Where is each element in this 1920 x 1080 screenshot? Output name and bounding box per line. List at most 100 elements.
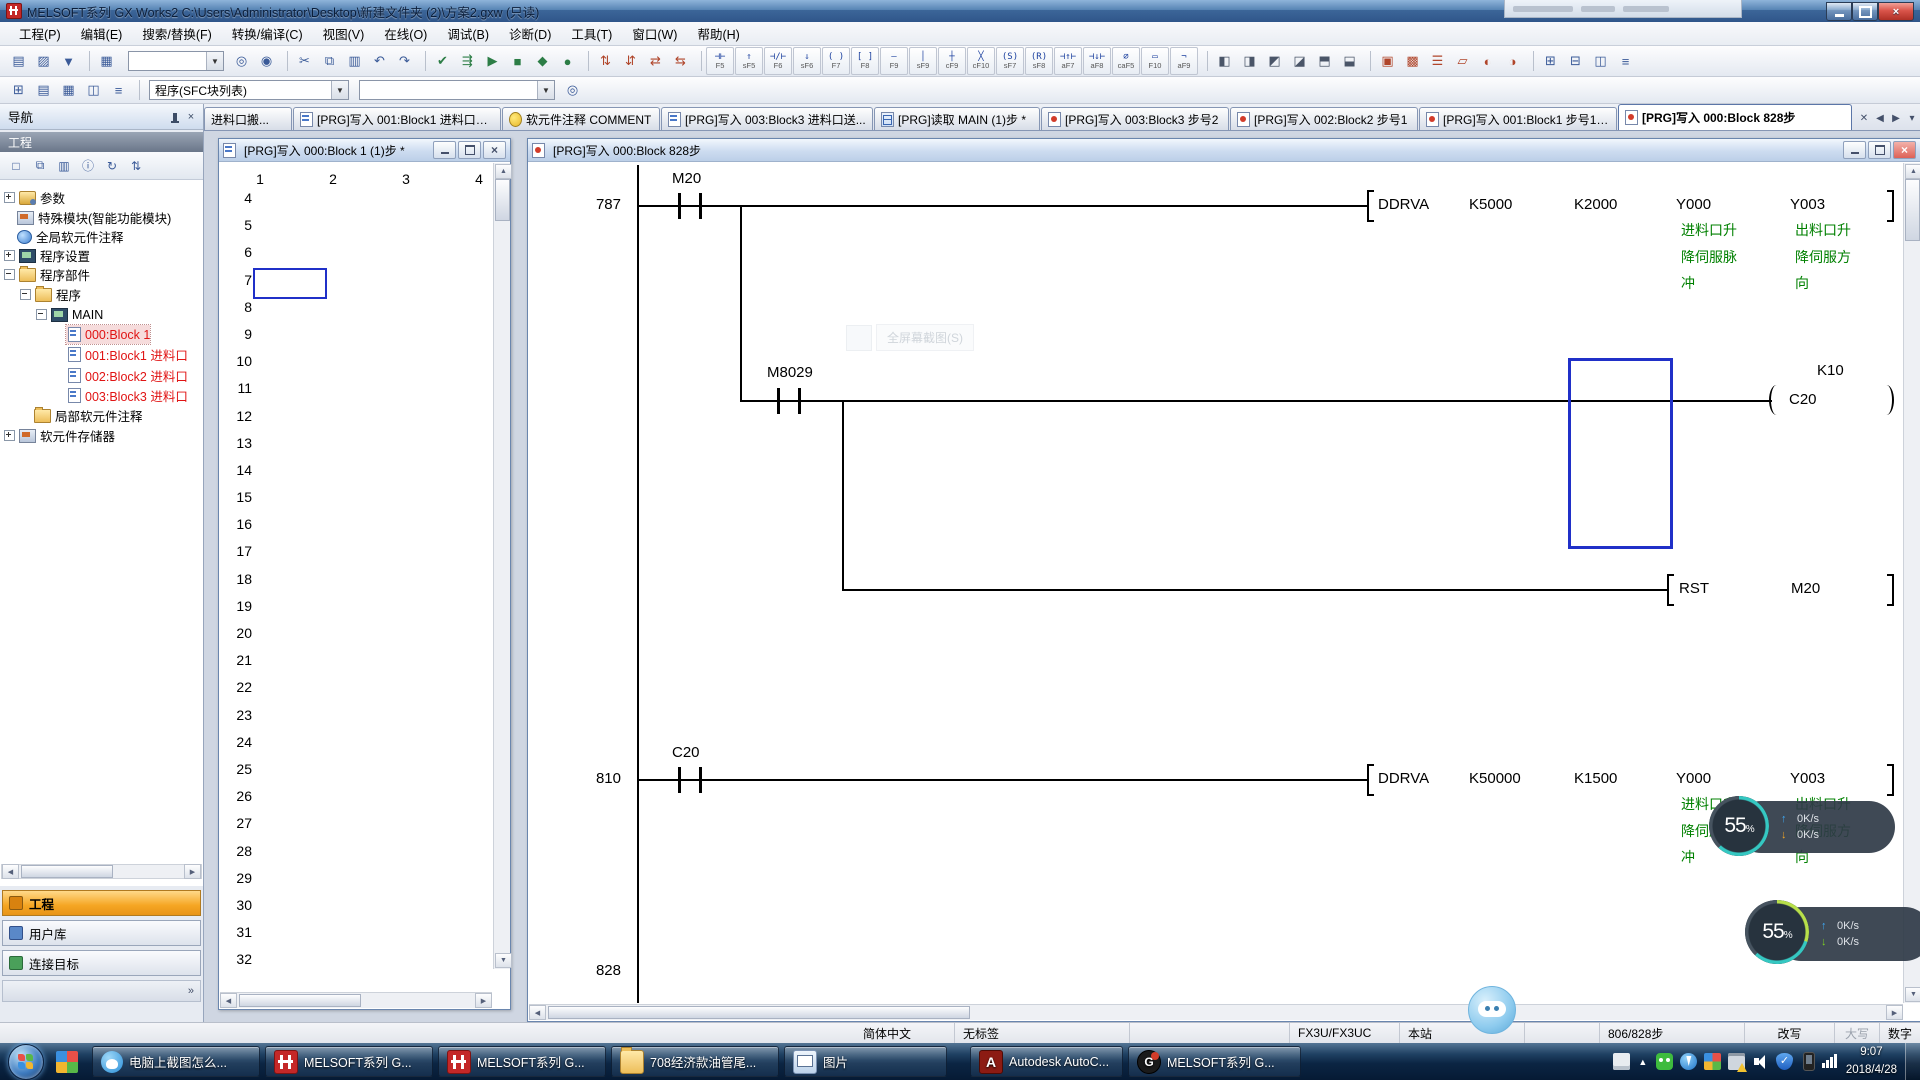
plc-transfer-toolbar-icon[interactable]: ⇵	[618, 49, 643, 73]
scroll-left-arrow[interactable]: ◀	[220, 993, 237, 1008]
child-minimize-button[interactable]	[433, 141, 456, 159]
scroll-left-arrow[interactable]: ◀	[2, 864, 19, 879]
dock-overflow-strip[interactable]: »	[2, 980, 201, 1002]
tree-item-local-comment[interactable]: 局部软元件注释	[34, 406, 143, 425]
tree-item-main[interactable]: MAIN	[36, 305, 103, 324]
scrollbar-thumb[interactable]	[495, 179, 510, 221]
ladder-symbol-button[interactable]: ( )F7	[822, 47, 850, 75]
color-grid-launcher-icon[interactable]	[56, 1051, 78, 1073]
tree-toolbar-icon[interactable]: ↻	[100, 155, 124, 177]
toolbar-combo-empty[interactable]: ▼	[128, 51, 224, 71]
network-signal-icon[interactable]	[1822, 1053, 1839, 1070]
view-toolbar-icon[interactable]: ◩	[1262, 49, 1287, 73]
view-toolbar-icon[interactable]: ⬓	[1337, 49, 1362, 73]
tab-device-comment[interactable]: 软元件注释 COMMENT	[502, 107, 660, 130]
contact-device-label[interactable]: C20	[672, 743, 700, 763]
search-toolbar-icon[interactable]: ◎	[229, 49, 254, 73]
ladder-symbol-button[interactable]: [ ]F8	[851, 47, 879, 75]
block1-horizontal-scrollbar[interactable]: ◀ ▶	[220, 992, 492, 1008]
taskbar-button-autocad[interactable]: AAutodesk AutoC...	[970, 1046, 1123, 1077]
tree-item-block-001[interactable]: 001:Block1 进料口	[66, 345, 188, 364]
scroll-tabs-right-button[interactable]: ▶	[1888, 113, 1904, 124]
file-toolbar-icon[interactable]: ▤	[6, 49, 31, 73]
ladder-symbol-button[interactable]: ╳cF10	[967, 47, 995, 75]
view-toolbar-icon[interactable]: ⬒	[1312, 49, 1337, 73]
combo-dropdown-arrow[interactable]: ▼	[206, 52, 223, 70]
security-shield-icon[interactable]	[1776, 1053, 1793, 1070]
taskbar-button-gxworks-2[interactable]: MELSOFT系列 G...	[438, 1046, 606, 1077]
ladder-symbol-button[interactable]: ⊣↑⊢aF7	[1054, 47, 1082, 75]
input-method-icon[interactable]	[1613, 1053, 1630, 1070]
instruction-opcode[interactable]: DDRVA	[1378, 195, 1429, 215]
window-toolbar-icon[interactable]: ⊟	[1563, 49, 1588, 73]
ladder-horizontal-scrollbar[interactable]: ◀ ▶	[529, 1004, 1903, 1020]
assistant-robot-ball[interactable]	[1468, 986, 1516, 1034]
menu-item[interactable]: 工程(P)	[10, 21, 70, 46]
window-toolbar-icon[interactable]: ≡	[1613, 49, 1638, 73]
program-view-combo[interactable]: 程序(SFC块列表)▼	[149, 80, 349, 100]
show-desktop-button[interactable]	[1905, 1043, 1920, 1080]
volume-icon[interactable]	[1752, 1053, 1769, 1070]
phone-icon[interactable]	[1803, 1052, 1815, 1071]
menu-item[interactable]: 转换/编译(C)	[223, 21, 312, 46]
close-button[interactable]: ×	[1878, 2, 1914, 21]
docking-toolbar-icon[interactable]: ▤	[31, 78, 56, 102]
menu-item[interactable]: 工具(T)	[562, 21, 621, 46]
scroll-up-arrow[interactable]: ▲	[495, 164, 512, 179]
tree-toolbar-icon[interactable]: ⧉	[28, 155, 52, 177]
monitor-toolbar-icon[interactable]: ▱	[1450, 49, 1475, 73]
tree-item-device-memory[interactable]: 软元件存储器	[4, 426, 115, 445]
edit-toolbar-icon[interactable]: ⧉	[317, 49, 342, 73]
compile-toolbar-icon[interactable]: ◆	[530, 49, 555, 73]
ladder-symbol-button[interactable]: (S)sF7	[996, 47, 1024, 75]
progress-circle[interactable]: 55%	[1745, 900, 1809, 964]
ladder-symbol-button[interactable]: ⊣/⊢F6	[764, 47, 792, 75]
tree-item-block-003[interactable]: 003:Block3 进料口	[66, 386, 188, 405]
instruction-operand[interactable]: K1500	[1574, 769, 1617, 789]
scroll-tabs-left-button[interactable]: ◀	[1872, 113, 1888, 124]
tab-feed-port[interactable]: 进料口搬...	[204, 107, 292, 130]
monitor-toolbar-icon[interactable]: ◑	[1500, 49, 1525, 73]
expander-icon[interactable]	[20, 289, 31, 300]
ladder-symbol-button[interactable]: (R)sF8	[1025, 47, 1053, 75]
start-button[interactable]	[8, 1044, 44, 1080]
plc-transfer-toolbar-icon[interactable]: ⇆	[668, 49, 693, 73]
ladder-vertical-scrollbar[interactable]: ▲ ▼	[1903, 163, 1920, 1003]
docking-toolbar-icon[interactable]: ⊞	[6, 78, 31, 102]
compile-toolbar-icon[interactable]: ⇶	[455, 49, 480, 73]
menu-item[interactable]: 视图(V)	[314, 21, 374, 46]
child-close-button[interactable]	[1893, 141, 1916, 159]
scroll-right-arrow[interactable]: ▶	[475, 993, 492, 1008]
monitor-toolbar-icon[interactable]: ▩	[1400, 49, 1425, 73]
compile-toolbar-icon[interactable]: ●	[555, 49, 580, 73]
tree-item-program[interactable]: 程序	[20, 285, 81, 304]
edit-toolbar-icon[interactable]: ▥	[342, 49, 367, 73]
instruction-operand[interactable]: Y003	[1790, 769, 1825, 789]
monitor-toolbar-icon[interactable]: ☰	[1425, 49, 1450, 73]
expander-icon[interactable]	[4, 430, 15, 441]
block828-window-titlebar[interactable]: [PRG]写入 000:Block 828步	[528, 139, 1920, 162]
dock-button-connection[interactable]: 连接目标	[2, 950, 201, 976]
plc-transfer-toolbar-icon[interactable]: ⇅	[593, 49, 618, 73]
taskbar-button-gxworks-1[interactable]: MELSOFT系列 G...	[265, 1046, 433, 1077]
menu-item[interactable]: 帮助(H)	[688, 21, 748, 46]
tree-toolbar-icon[interactable]: ⇅	[124, 155, 148, 177]
close-panel-button[interactable]: ×	[183, 109, 199, 124]
instruction-operand[interactable]: Y000	[1676, 769, 1711, 789]
tree-toolbar-icon[interactable]: ⓘ	[76, 155, 100, 177]
ladder-symbol-button[interactable]: ⊣↓⊢aF8	[1083, 47, 1111, 75]
compile-toolbar-icon[interactable]: ✔	[430, 49, 455, 73]
menu-item[interactable]: 编辑(E)	[72, 21, 132, 46]
scroll-right-arrow[interactable]: ▶	[1886, 1005, 1903, 1020]
menu-item[interactable]: 在线(O)	[375, 21, 436, 46]
taskbar-button-browser[interactable]: 电脑上截图怎么...	[92, 1046, 260, 1077]
tree-item-global-comment[interactable]: 全局软元件注释	[17, 227, 124, 246]
ladder-symbol-button[interactable]: ¬aF9	[1170, 47, 1198, 75]
progress-circle[interactable]: 55%	[1709, 796, 1769, 856]
instruction-operand[interactable]: M20	[1791, 579, 1820, 599]
expander-icon[interactable]	[36, 309, 47, 320]
tab-prg-write-002-step[interactable]: [PRG]写入 002:Block2 步号1	[1230, 107, 1418, 130]
window-toolbar-icon[interactable]: ⊞	[1538, 49, 1563, 73]
tree-item-block-000[interactable]: 000:Block 1	[66, 325, 150, 344]
plc-transfer-toolbar-icon[interactable]: ⇄	[643, 49, 668, 73]
